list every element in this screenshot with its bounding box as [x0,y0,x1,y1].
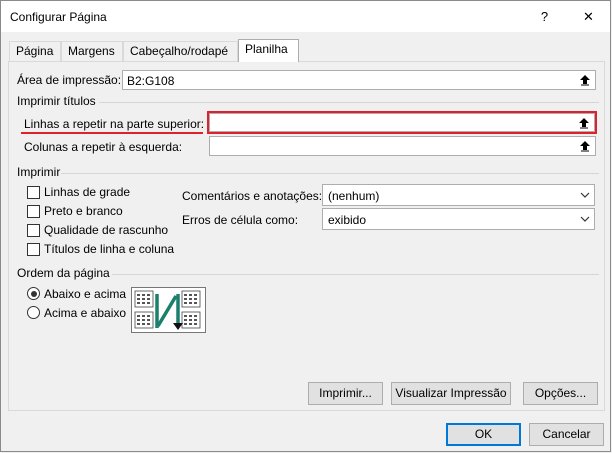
radio-dot [30,290,37,297]
tab-pagina[interactable]: Página [9,41,61,61]
cell-errors-label: Erros de célula como: [182,213,299,227]
gridlines-checkbox[interactable] [27,186,40,199]
chevron-down-icon[interactable] [576,209,594,229]
cols-repeat-label: Colunas a repetir à esquerda: [24,140,183,154]
page-order-illustration [134,290,201,330]
divider [112,274,599,275]
tab-cabecalho-rodape[interactable]: Cabeçalho/rodapé [123,41,238,61]
highlight-underline [21,132,203,134]
tab-cabecalho-label: Cabeçalho/rodapé [130,44,229,58]
cell-errors-select[interactable]: exibido [322,208,595,230]
ok-button[interactable]: OK [446,423,521,446]
page-order-section: Ordem da página [17,266,110,280]
help-button[interactable]: ? [522,1,567,32]
options-button[interactable]: Opções... [523,382,598,405]
page-setup-dialog: Configurar Página ? ✕ Página Margens Cab… [0,0,611,452]
cols-repeat-input[interactable] [209,136,596,156]
row-col-headings-checkbox[interactable] [27,243,40,256]
rows-repeat-input[interactable] [209,113,595,132]
draft-quality-checkbox[interactable] [27,224,40,237]
divider [99,102,599,103]
print-section: Imprimir [17,165,61,179]
rows-repeat-label: Linhas a repetir na parte superior: [24,117,205,131]
down-then-over-radio[interactable] [27,287,40,300]
tab-margens[interactable]: Margens [61,41,123,61]
comments-select[interactable]: (nenhum) [322,184,595,206]
collapse-range-icon[interactable] [575,137,595,155]
gridlines-label: Linhas de grade [44,185,131,199]
print-titles-section: Imprimir títulos [17,94,96,108]
tab-margens-label: Margens [68,44,115,58]
window-title: Configurar Página [10,10,107,24]
tab-planilha[interactable]: Planilha [238,39,299,62]
chevron-down-icon[interactable] [576,185,594,205]
row-col-headings-label: Títulos de linha e coluna [44,242,175,256]
print-preview-button[interactable]: Visualizar Impressão [391,382,511,405]
draft-quality-label: Qualidade de rascunho [44,223,169,237]
black-white-label: Preto e branco [44,204,123,218]
cell-errors-value: exibido [328,213,367,227]
print-area-label: Área de impressão: [17,73,122,87]
comments-label: Comentários e anotações: [182,189,323,203]
page-order-preview [131,287,206,333]
over-then-down-label: Acima e abaixo [44,306,127,320]
tab-planilha-label: Planilha [245,42,288,56]
print-area-value: B2:G108 [127,74,175,88]
print-button[interactable]: Imprimir... [308,382,383,405]
close-button[interactable]: ✕ [566,1,611,32]
divider [61,173,599,174]
tab-pagina-label: Página [16,44,54,58]
collapse-range-icon[interactable] [574,114,594,132]
cancel-button[interactable]: Cancelar [529,423,604,446]
down-then-over-label: Abaixo e acima [44,287,127,301]
black-white-checkbox[interactable] [27,205,40,218]
title-bar: Configurar Página ? ✕ [1,1,610,32]
over-then-down-radio[interactable] [27,306,40,319]
print-area-input[interactable]: B2:G108 [122,70,596,90]
comments-value: (nenhum) [328,189,380,203]
collapse-range-icon[interactable] [575,71,595,89]
